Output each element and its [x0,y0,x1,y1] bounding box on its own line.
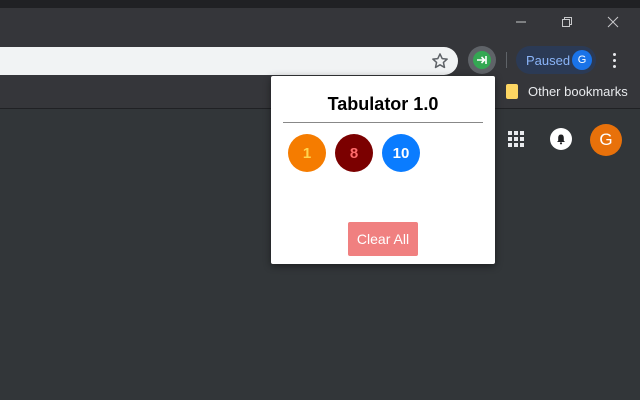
restore-icon [562,17,572,27]
title-bar [0,0,640,42]
counter-badge[interactable]: 1 [288,134,326,172]
profile-avatar: G [572,50,592,70]
popup-title: Tabulator 1.0 [327,94,439,114]
kebab-menu-icon[interactable] [606,46,622,74]
star-icon[interactable] [430,51,450,71]
other-bookmarks-label: Other bookmarks [528,84,628,99]
minimize-icon [516,21,526,23]
apps-grid-icon[interactable] [508,131,524,147]
toolbar: Paused G [0,42,640,78]
tabulator-popup: Tabulator 1.0 1 8 10 Clear All [271,76,495,264]
close-button[interactable] [590,8,636,36]
account-avatar[interactable]: G [590,124,622,156]
title-divider [283,122,483,123]
toolbar-separator [506,52,507,68]
close-icon [607,16,619,28]
notifications-bell-icon[interactable] [550,128,572,150]
tabulator-extension-button[interactable] [468,46,496,74]
address-bar[interactable] [0,47,458,75]
restore-button[interactable] [544,8,590,36]
paused-label: Paused [526,52,571,68]
clear-all-button[interactable]: Clear All [348,222,418,256]
tabulator-extension-icon [473,51,491,69]
counter-badge[interactable]: 8 [335,134,373,172]
minimize-button[interactable] [498,8,544,36]
counter-badge[interactable]: 10 [382,134,420,172]
profile-paused-button[interactable]: Paused G [516,46,596,74]
folder-icon [506,84,518,99]
other-bookmarks-folder[interactable]: Other bookmarks [506,84,628,99]
